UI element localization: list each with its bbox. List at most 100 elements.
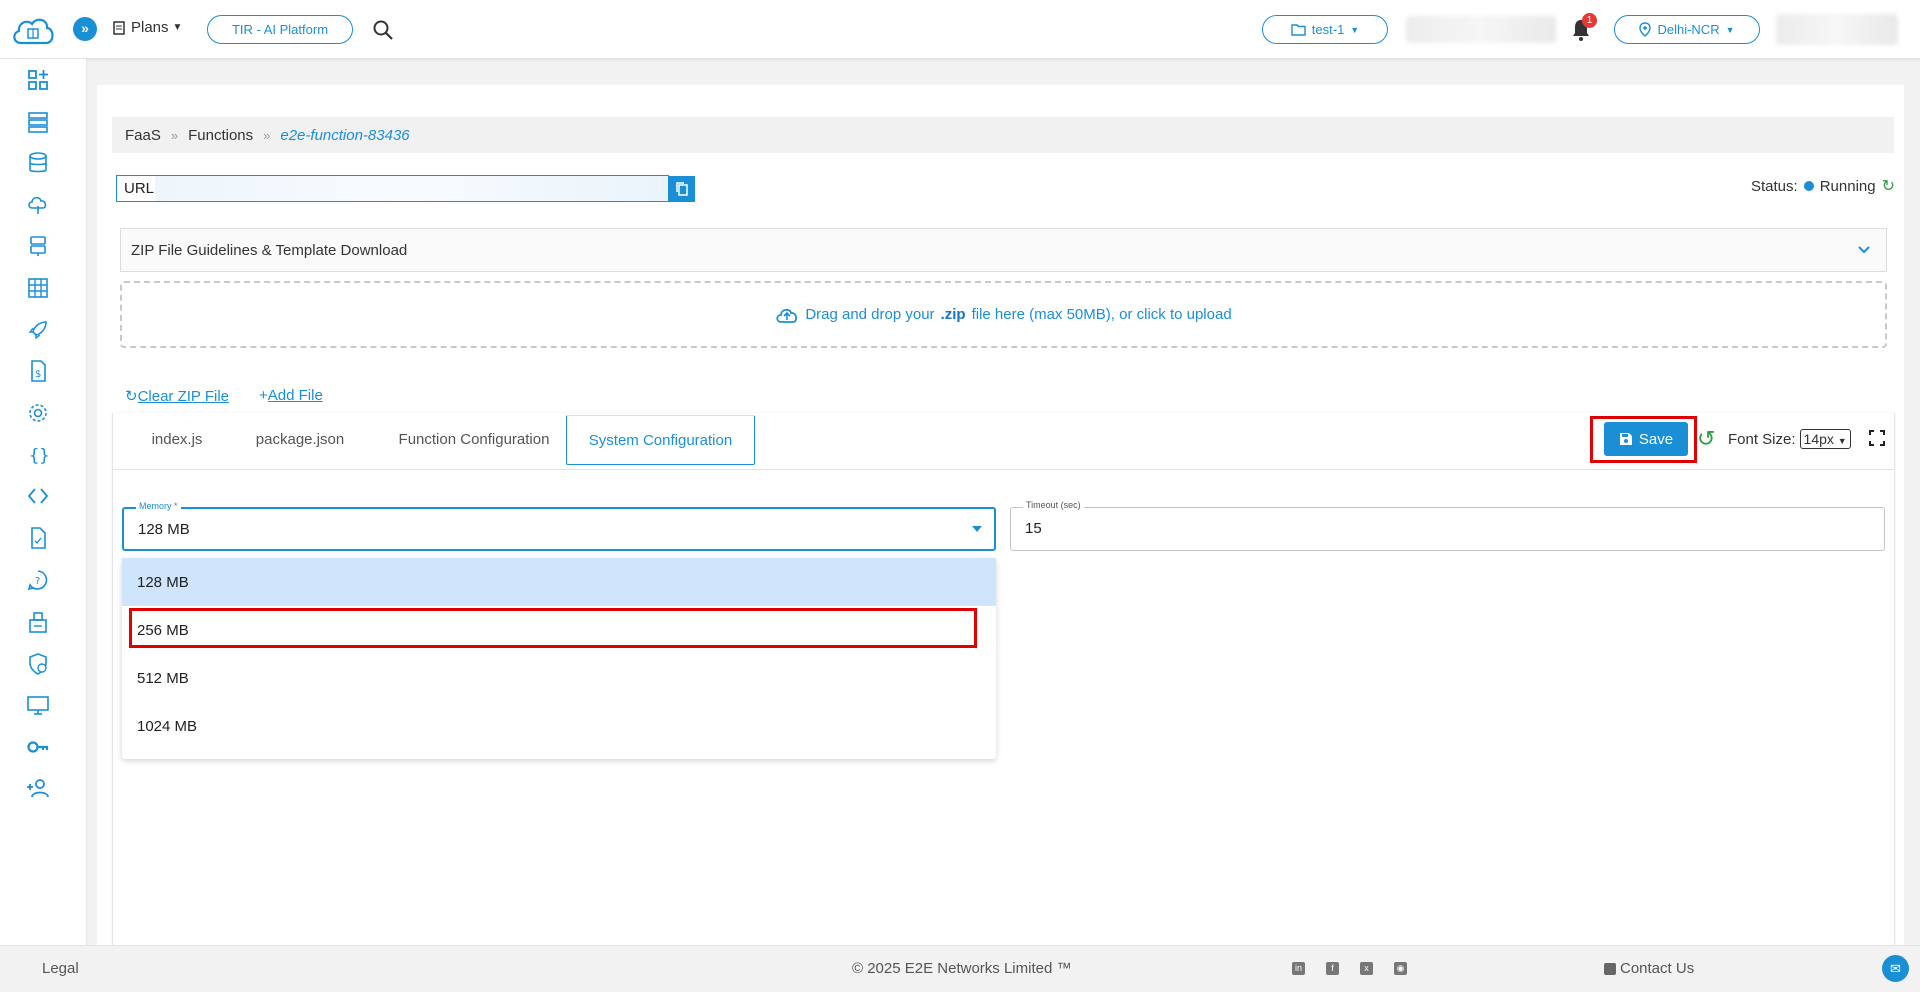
clear-zip-label: Clear ZIP File [137, 388, 229, 405]
breadcrumb-separator: » [263, 127, 271, 143]
fullscreen-icon[interactable] [1869, 430, 1885, 446]
code-icon[interactable] [26, 484, 50, 508]
tab-system-configuration[interactable]: System Configuration [566, 415, 755, 465]
billing-icon[interactable]: $ [26, 359, 50, 383]
contact-us-link[interactable]: Contact Us [1604, 960, 1694, 977]
chevron-down-icon [1858, 246, 1870, 254]
svg-text:{}: {} [29, 446, 49, 466]
plus-icon: + [259, 387, 268, 404]
function-url-field: URL [116, 175, 669, 202]
memory-select[interactable]: Memory * 128 MB [122, 501, 996, 551]
breadcrumb: FaaS » Functions » e2e-function-83436 [112, 117, 1894, 153]
url-label: URL [124, 180, 155, 197]
caret-down-icon: ▼ [1725, 24, 1735, 35]
table-icon[interactable] [26, 276, 50, 300]
zip-actions: ↻Clear ZIP File +Add File [125, 387, 323, 405]
copyright: © 2025 E2E Networks Limited ™ [852, 960, 1072, 977]
tir-label: TIR - AI Platform [231, 22, 329, 37]
breadcrumb-current: e2e-function-83436 [280, 126, 410, 144]
contact-label: Contact Us [1620, 960, 1695, 977]
reset-editor-icon[interactable]: ↺ [1697, 428, 1715, 450]
timeout-input[interactable]: Timeout (sec) 15 [1010, 500, 1885, 551]
copyright-company: E2E Networks Limited ™ [904, 960, 1072, 977]
linkedin-icon[interactable]: in [1292, 962, 1305, 975]
dashboard-add-icon[interactable] [26, 68, 50, 92]
refresh-status-icon[interactable]: ↻ [1882, 176, 1895, 196]
svg-text:$: $ [35, 369, 41, 380]
folder-icon [1291, 24, 1306, 36]
breadcrumb-functions[interactable]: Functions [188, 127, 253, 144]
region-selector[interactable]: Delhi-NCR ▼ [1614, 15, 1760, 44]
timeout-label: Timeout (sec) [1023, 500, 1084, 510]
functions-braces-icon[interactable]: {} [26, 443, 50, 467]
memory-option-128[interactable]: 128 MB [122, 558, 996, 606]
add-user-icon[interactable] [26, 776, 50, 800]
caret-down-icon: ▼ [1350, 24, 1360, 35]
rss-icon[interactable]: ◉ [1394, 962, 1407, 975]
facebook-icon[interactable]: f [1326, 962, 1339, 975]
account-info-redacted [1406, 16, 1556, 43]
tab-package-json[interactable]: package.json [241, 413, 359, 465]
accordion-title: ZIP File Guidelines & Template Download [131, 241, 408, 259]
status-dot-icon [1803, 181, 1814, 191]
security-icon[interactable] [26, 652, 50, 676]
expand-sidebar-button[interactable]: » [73, 17, 97, 41]
memory-value: 128 MB [138, 521, 190, 538]
x-twitter-icon[interactable]: x [1360, 962, 1373, 975]
save-button[interactable]: Save [1604, 422, 1688, 456]
sidebar: $ {} ? [0, 59, 87, 945]
rocket-icon[interactable] [26, 318, 50, 342]
tab-function-configuration[interactable]: Function Configuration [377, 413, 571, 465]
project-label: test-1 [1311, 22, 1345, 37]
project-selector[interactable]: test-1 ▼ [1262, 15, 1388, 44]
copy-url-button[interactable] [669, 176, 695, 202]
copyright-year: © 2025 [852, 960, 901, 977]
key-icon[interactable] [26, 735, 50, 759]
clear-zip-button[interactable]: ↻Clear ZIP File [125, 387, 229, 405]
dropzone-ext: .zip [940, 306, 966, 323]
tir-platform-button[interactable]: TIR - AI Platform [207, 15, 353, 44]
tab-index-js[interactable]: index.js [125, 413, 229, 465]
timeout-value: 15 [1025, 520, 1042, 537]
add-file-button[interactable]: +Add File [259, 387, 323, 405]
notification-count-badge: 1 [1582, 13, 1597, 28]
search-icon[interactable] [372, 19, 394, 41]
font-size-control: Font Size: 14px ▼ [1728, 429, 1851, 449]
e2e-logo[interactable] [9, 13, 57, 49]
option-highlight [129, 608, 977, 648]
plans-menu[interactable]: Plans ▼ [111, 19, 182, 36]
support-icon[interactable]: ? [26, 568, 50, 592]
settings-icon[interactable] [26, 401, 50, 425]
monitor-icon[interactable] [26, 693, 50, 717]
plans-label: Plans [131, 19, 169, 36]
cloud-upload-icon [776, 308, 798, 323]
copy-icon [676, 182, 688, 196]
chat-support-icon[interactable]: ✉ [1882, 955, 1909, 982]
status-value: Running [1819, 177, 1876, 195]
memory-option-1024[interactable]: 1024 MB [122, 702, 996, 750]
server-icon[interactable] [26, 110, 50, 134]
dropzone-text-prefix: Drag and drop your [805, 306, 935, 323]
breadcrumb-faas[interactable]: FaaS [125, 127, 161, 144]
document-icon[interactable] [26, 526, 50, 550]
storage-icon[interactable] [26, 234, 50, 258]
footer: Legal © 2025 E2E Networks Limited ™ in f… [0, 945, 1920, 992]
user-profile-redacted[interactable] [1776, 14, 1898, 45]
memory-option-512[interactable]: 512 MB [122, 654, 996, 702]
memory-label: Memory * [136, 501, 181, 511]
caret-down-icon: ▼ [172, 22, 183, 33]
cloud-upload-icon[interactable] [26, 193, 50, 217]
save-icon [1619, 433, 1632, 445]
registry-icon[interactable] [26, 610, 50, 634]
legal-link[interactable]: Legal [42, 960, 79, 977]
svg-text:?: ? [35, 576, 40, 587]
plans-icon [113, 20, 125, 35]
memory-options-menu: 128 MB 256 MB 512 MB 1024 MB [122, 558, 996, 759]
dropzone-text-suffix: file here (max 50MB), or click to upload [971, 306, 1232, 323]
font-size-select[interactable]: 14px ▼ [1799, 429, 1851, 449]
font-size-label: Font Size: [1728, 430, 1796, 448]
zip-upload-dropzone[interactable]: Drag and drop your .zip file here (max 5… [120, 281, 1887, 348]
zip-guidelines-accordion[interactable]: ZIP File Guidelines & Template Download [120, 228, 1887, 272]
phone-icon [1604, 962, 1616, 975]
database-icon[interactable] [26, 151, 50, 175]
